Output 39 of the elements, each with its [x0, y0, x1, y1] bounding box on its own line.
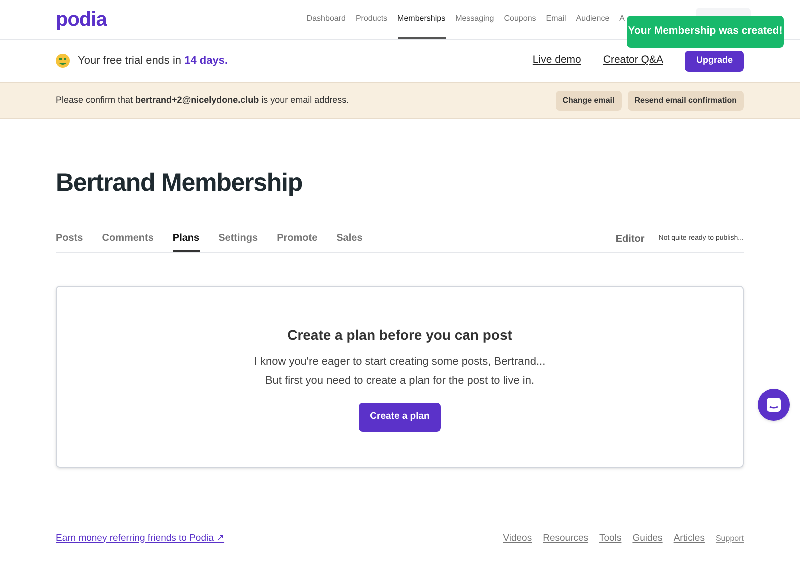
nav-tab[interactable]: Messaging [456, 0, 494, 39]
nav-tab[interactable]: Coupons [504, 0, 536, 39]
referral-link[interactable]: Earn money referring friends to Podia ↗ [56, 532, 225, 546]
nav-tab[interactable]: Memberships [398, 0, 446, 39]
email-button[interactable]: Resend email confirmation [628, 90, 744, 110]
footer-link[interactable]: Tools [600, 532, 622, 546]
support-link[interactable]: Support [716, 532, 744, 545]
page-tab[interactable]: Settings [218, 226, 258, 252]
editor-link[interactable]: Editor [616, 232, 645, 246]
nav-tab[interactable]: Audience [576, 0, 610, 39]
toast-message: Your Membership was created! [627, 16, 784, 48]
page-title: Bertrand Membership [56, 168, 304, 199]
nav-tab[interactable]: Products [356, 0, 388, 39]
nav-tab[interactable]: A [620, 0, 625, 39]
empty-state-text: I know you're eager to start creating some posts, Bertrand... [254, 354, 546, 370]
chat-button[interactable] [758, 389, 790, 421]
footer-link[interactable]: Guides [632, 532, 663, 546]
nav-tab[interactable]: Dashboard [306, 0, 346, 39]
email-notice: Please confirm that bertrand+2@nicelydone.club is your email address. [56, 94, 350, 107]
footer-link[interactable]: Articles [674, 532, 705, 546]
page-tab[interactable]: Posts [56, 226, 84, 252]
page-tab[interactable]: Plans [172, 226, 200, 252]
header-link[interactable]: Live demo [532, 53, 582, 69]
chat-icon [766, 397, 782, 413]
logo[interactable]: podia [56, 4, 107, 34]
email-button[interactable]: Change email [556, 90, 622, 110]
nav-tab[interactable]: Email [546, 0, 566, 39]
trial-notice: Your free trial ends in 14 days. [78, 54, 228, 69]
empty-state-text: But first you need to create a plan for the post to live in. [265, 374, 535, 389]
footer-link[interactable]: Resources [543, 532, 589, 546]
create-plan-button[interactable]: Create a plan [359, 402, 441, 432]
money-face-icon [56, 54, 70, 68]
page-tab[interactable]: Promote [277, 226, 318, 252]
upgrade-button[interactable]: Upgrade [685, 50, 744, 72]
page-tab[interactable]: Sales [336, 226, 363, 252]
page-tab[interactable]: Comments [102, 226, 154, 252]
header-link[interactable]: Creator Q&A [603, 53, 664, 69]
empty-state-heading: Create a plan before you can post [288, 326, 512, 345]
footer-link[interactable]: Videos [503, 532, 532, 546]
